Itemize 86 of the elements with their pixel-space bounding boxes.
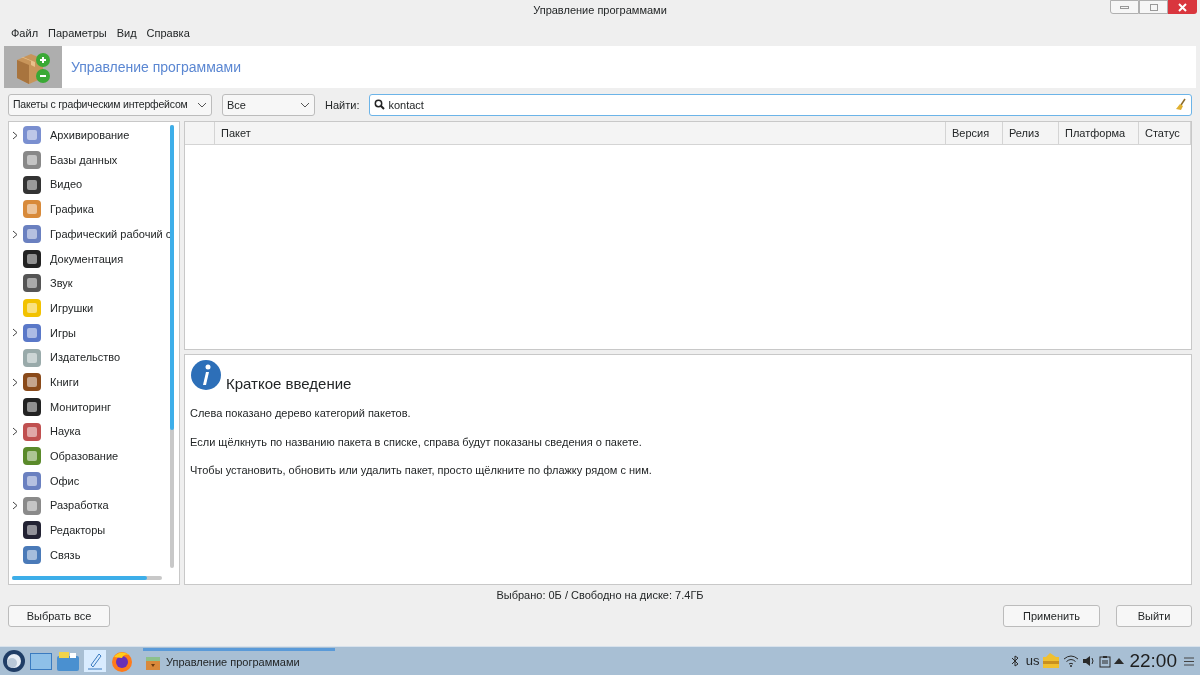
search-icon xyxy=(374,99,386,110)
category-icon xyxy=(21,469,43,492)
column-header[interactable]: Пакет xyxy=(215,122,946,144)
category-icon xyxy=(21,297,43,320)
category-icon xyxy=(21,395,43,418)
category-icon xyxy=(21,149,43,172)
clipboard-icon[interactable] xyxy=(1099,654,1112,668)
status-text: Выбрано: 0Б / Свободно на диске: 7.4ГБ xyxy=(496,587,704,603)
category-item[interactable]: Наука xyxy=(9,419,179,444)
category-item[interactable]: Игры xyxy=(9,320,179,346)
search-label: Найти: xyxy=(325,97,360,113)
status-dropdown[interactable]: Все xyxy=(222,94,315,116)
column-header[interactable]: Статус xyxy=(1139,122,1191,144)
category-item[interactable]: Видео xyxy=(9,172,179,198)
info-title: Краткое введение xyxy=(226,373,352,394)
category-icon xyxy=(21,445,43,468)
vertical-scrollbar[interactable] xyxy=(170,125,174,568)
category-icon xyxy=(21,519,43,542)
menu-item[interactable]: Файл xyxy=(11,24,39,42)
category-icon xyxy=(21,321,43,344)
category-icon xyxy=(21,544,43,567)
category-icon xyxy=(21,173,43,196)
menu-item[interactable]: Справка xyxy=(146,24,190,42)
category-icon xyxy=(21,420,43,443)
expand-tray-icon[interactable] xyxy=(1114,658,1125,664)
apply-button[interactable]: Применить xyxy=(1003,605,1100,627)
category-item[interactable]: Связь xyxy=(9,542,179,568)
category-icon xyxy=(21,494,43,517)
close-button[interactable] xyxy=(1168,0,1197,14)
menu-item[interactable]: Параметры xyxy=(48,24,107,42)
group-dropdown[interactable]: Пакеты с графическим интерфейсом xyxy=(8,94,212,116)
folder-icon[interactable] xyxy=(56,650,80,672)
search-field[interactable]: kontact xyxy=(369,94,1192,116)
category-icon xyxy=(21,346,43,369)
volume-icon[interactable] xyxy=(1082,655,1097,667)
category-icon xyxy=(21,223,43,246)
category-item[interactable]: Мониторинг xyxy=(9,394,179,420)
info-paragraph: Слева показано дерево категорий пакетов. xyxy=(190,406,412,421)
keyboard-layout-text[interactable]: us xyxy=(1025,651,1040,671)
category-item[interactable]: Базы данных xyxy=(9,147,179,173)
minimize-button[interactable] xyxy=(1110,0,1139,14)
menu-icon[interactable] xyxy=(1184,656,1194,666)
menu-item[interactable]: Вид xyxy=(116,24,137,42)
category-item[interactable]: Документация xyxy=(9,246,179,272)
category-item[interactable]: Книги xyxy=(9,369,179,395)
category-item[interactable]: Графика xyxy=(9,197,179,222)
restore-icon xyxy=(1149,3,1158,11)
column-header[interactable]: Платформа xyxy=(1059,122,1139,144)
column-header[interactable]: Версия xyxy=(946,122,1003,144)
broom-icon[interactable] xyxy=(1175,98,1187,111)
category-icon xyxy=(21,272,43,295)
clock-text[interactable]: 22:00 xyxy=(1129,646,1177,675)
category-item[interactable]: Игрушки xyxy=(9,295,179,321)
text-editor-icon[interactable] xyxy=(83,649,107,673)
category-item[interactable]: Архивирование xyxy=(9,123,179,148)
category-icon xyxy=(21,247,43,270)
wifi-icon[interactable] xyxy=(1063,655,1080,667)
category-icon xyxy=(21,124,43,147)
category-item[interactable]: Образование xyxy=(9,443,179,469)
info-paragraph: Чтобы установить, обновить или удалить пакет, просто щёлкните по флажку рядом с ним. xyxy=(190,463,653,478)
close-icon xyxy=(1178,2,1187,12)
window-title: Управление программами xyxy=(533,2,667,18)
category-item[interactable]: Разработка xyxy=(9,493,179,518)
category-item[interactable]: Звук xyxy=(9,271,179,296)
chevron-down-icon xyxy=(197,102,207,108)
page-title: Управление программами xyxy=(71,57,242,77)
restore-button[interactable] xyxy=(1139,0,1168,14)
category-item[interactable]: Офис xyxy=(9,468,179,494)
minimize-icon xyxy=(1120,5,1129,9)
browser-icon[interactable] xyxy=(110,649,134,673)
category-icon xyxy=(21,198,43,221)
info-icon xyxy=(190,359,222,391)
category-icon xyxy=(21,371,43,394)
column-header[interactable]: Релиз xyxy=(1003,122,1059,144)
taskbar-task[interactable]: Управление программами xyxy=(143,647,335,675)
quit-button[interactable]: Выйти xyxy=(1116,605,1192,627)
category-item[interactable]: Редакторы xyxy=(9,518,179,543)
bluetooth-icon[interactable] xyxy=(1010,655,1019,667)
select-all-button[interactable]: Выбрать все xyxy=(8,605,110,627)
package-icon xyxy=(145,655,161,670)
info-paragraph: Если щёлкнуть по названию пакета в списке, справа будут показаны сведения о пакете. xyxy=(190,434,643,450)
clipboard-notes-icon[interactable] xyxy=(1042,653,1061,669)
chevron-down-icon xyxy=(300,102,310,108)
start-menu-icon[interactable] xyxy=(2,649,26,673)
horizontal-scrollbar[interactable] xyxy=(12,576,162,580)
category-item[interactable]: Издательство xyxy=(9,345,179,370)
